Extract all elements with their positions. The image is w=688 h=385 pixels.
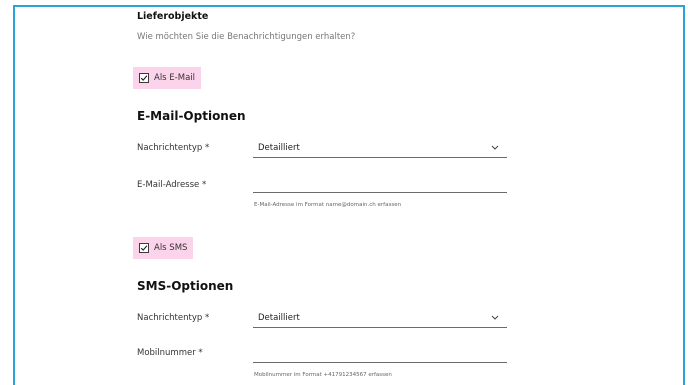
email-address-helper: E-Mail-Adresse im Format name@domain.ch … — [254, 202, 402, 208]
email-checkbox-box[interactable] — [139, 73, 149, 83]
sms-options-title: SMS-Optionen — [137, 279, 234, 293]
check-icon — [140, 75, 148, 81]
mobile-number-helper: Mobilnummer im Format +41791234567 erfas… — [254, 372, 392, 378]
delivery-title: Lieferobjekte — [137, 11, 209, 22]
chevron-down-icon — [491, 145, 499, 150]
sms-checkbox[interactable]: Als SMS — [133, 237, 194, 259]
email-options-title: E-Mail-Optionen — [137, 109, 246, 123]
sms-checkbox-label: Als SMS — [154, 243, 188, 253]
email-address-label: E-Mail-Adresse * — [137, 180, 207, 190]
sms-type-select[interactable]: Detailliert — [253, 308, 507, 328]
sms-type-label: Nachrichtentyp * — [137, 313, 210, 323]
email-type-label: Nachrichtentyp * — [137, 143, 210, 153]
sms-checkbox-box[interactable] — [139, 243, 149, 253]
chevron-down-icon — [491, 315, 499, 320]
email-type-select[interactable]: Detailliert — [253, 138, 507, 158]
email-checkbox[interactable]: Als E-Mail — [133, 67, 202, 89]
email-checkbox-label: Als E-Mail — [154, 73, 196, 83]
mobile-number-label: Mobilnummer * — [137, 348, 203, 358]
content-frame — [13, 5, 685, 385]
email-address-field[interactable] — [253, 173, 507, 193]
check-icon — [140, 245, 148, 251]
mobile-number-field[interactable] — [253, 343, 507, 363]
delivery-subtitle: Wie möchten Sie die Benachrichtigungen e… — [137, 32, 356, 42]
sms-type-value: Detailliert — [258, 312, 300, 323]
email-type-value: Detailliert — [258, 142, 300, 153]
